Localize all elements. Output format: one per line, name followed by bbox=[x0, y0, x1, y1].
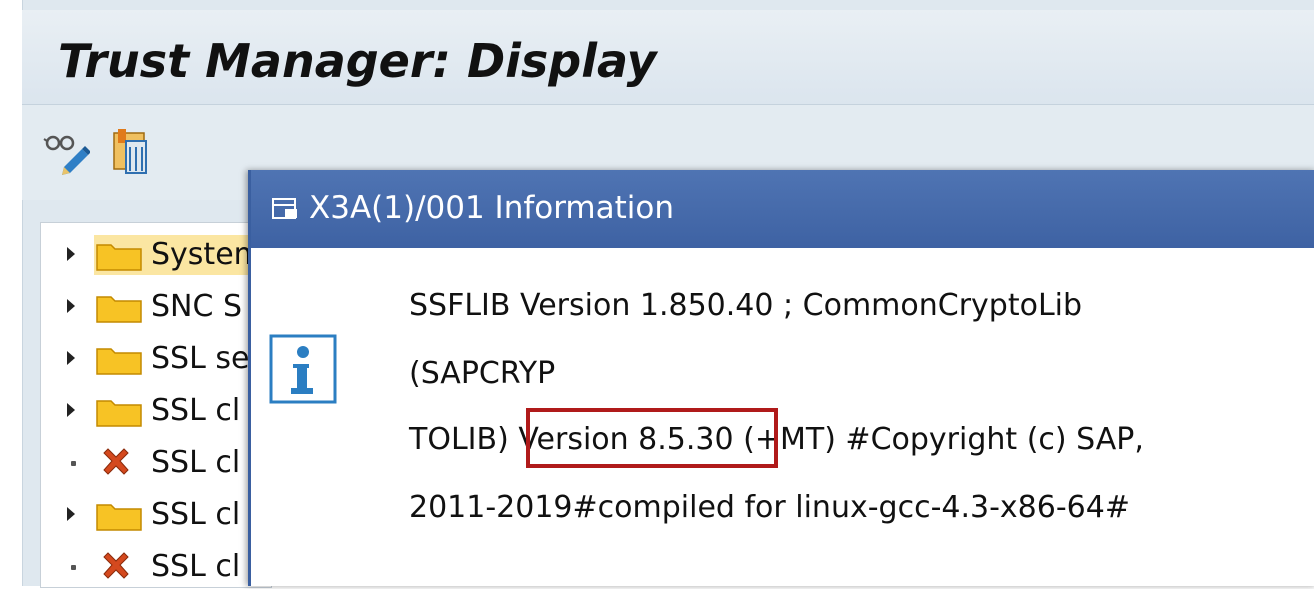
version-highlight-box bbox=[526, 408, 778, 468]
expand-arrow-icon[interactable] bbox=[67, 299, 75, 313]
tree-item-label: SSL cl bbox=[151, 393, 241, 428]
message-line-1: SSFLIB Version 1.850.40 ; CommonCryptoLi… bbox=[409, 288, 1083, 323]
environment-key-icon[interactable] bbox=[106, 127, 154, 175]
tree-item-label: SNC S bbox=[151, 289, 243, 324]
dialog-titlebar[interactable]: X3A(1)/001 Information bbox=[251, 170, 1314, 248]
tree-item-ssl-client-2[interactable]: SSL cl bbox=[41, 439, 271, 485]
tree-item-ssl-client-1[interactable]: SSL cl bbox=[41, 387, 271, 433]
folder-icon bbox=[96, 400, 142, 427]
tree-item-label: SSL cl bbox=[151, 549, 241, 584]
page-title: Trust Manager: Display bbox=[58, 34, 657, 88]
tree-item-ssl-server[interactable]: SSL se bbox=[41, 335, 271, 381]
leaf-bullet-icon bbox=[71, 461, 76, 466]
expand-arrow-icon[interactable] bbox=[67, 507, 75, 521]
error-x-icon bbox=[103, 552, 129, 579]
tree-item-label: SSL cl bbox=[151, 445, 241, 480]
information-dialog: X3A(1)/001 Information SSFLIB Version 1.… bbox=[248, 170, 1314, 586]
tree-item-label: SSL se bbox=[151, 341, 250, 376]
tree-item-snc[interactable]: SNC S bbox=[41, 283, 271, 329]
message-line-3-suffix: (+MT) #Copyright (c) SAP, bbox=[733, 422, 1144, 457]
leaf-bullet-icon bbox=[71, 565, 76, 570]
dialog-window-icon bbox=[272, 198, 297, 219]
folder-icon bbox=[96, 296, 142, 323]
expand-arrow-icon[interactable] bbox=[67, 403, 75, 417]
tree-item-label: SSL cl bbox=[151, 497, 241, 532]
expand-arrow-icon[interactable] bbox=[67, 351, 75, 365]
folder-icon bbox=[96, 244, 142, 271]
info-icon bbox=[269, 334, 337, 404]
folder-icon bbox=[96, 348, 142, 375]
dialog-title: X3A(1)/001 Information bbox=[309, 190, 674, 226]
folder-icon bbox=[96, 504, 142, 531]
tree-item-label: System bbox=[151, 237, 263, 272]
message-line-3-prefix: TOLIB) bbox=[409, 422, 519, 457]
title-bar: Trust Manager: Display bbox=[22, 10, 1314, 105]
display-change-icon[interactable] bbox=[42, 127, 90, 175]
tree-item-ssl-client-4[interactable]: SSL cl bbox=[41, 543, 271, 589]
tree-item-system[interactable]: System bbox=[41, 231, 294, 277]
message-line-4: 2011-2019#compiled for linux-gcc-4.3-x86… bbox=[409, 490, 1130, 525]
tree-item-ssl-client-3[interactable]: SSL cl bbox=[41, 491, 271, 537]
expand-arrow-icon[interactable] bbox=[67, 247, 75, 261]
pse-tree: System SNC S SSL se SSL cl SSL cl SSL cl bbox=[40, 222, 294, 589]
error-x-icon bbox=[103, 448, 129, 475]
message-line-2: (SAPCRYP bbox=[409, 356, 556, 391]
